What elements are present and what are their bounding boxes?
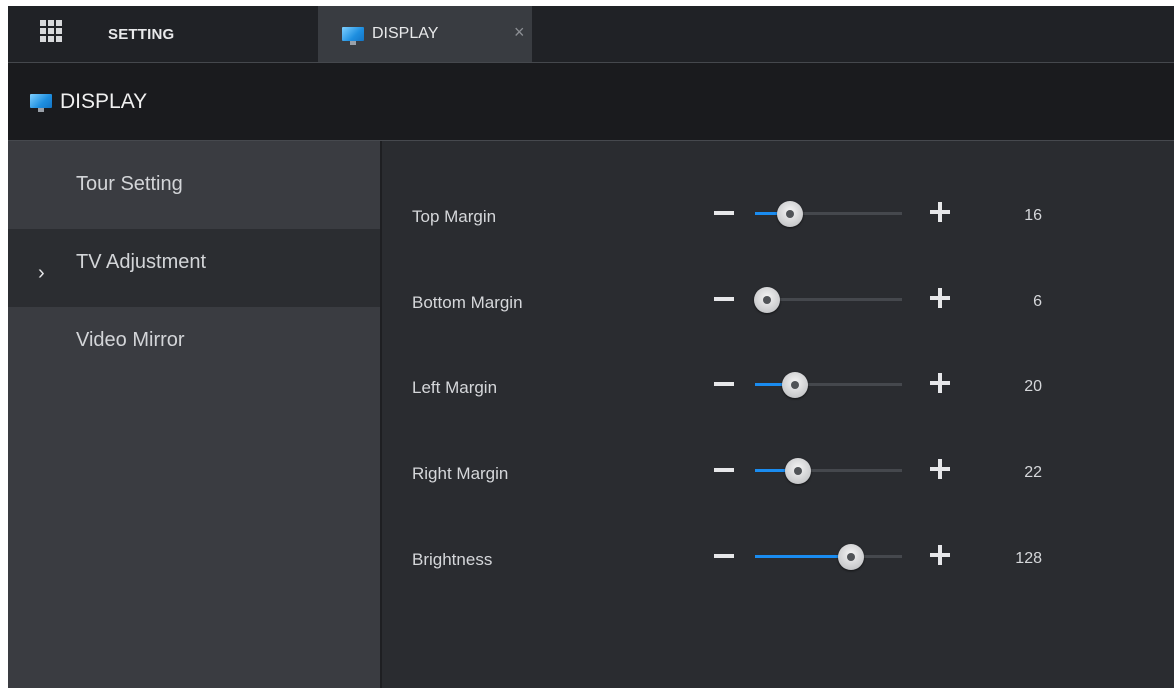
setting-label: Left Margin: [412, 378, 498, 397]
sidebar: Tour Setting › TV Adjustment Video Mirro…: [8, 141, 382, 688]
tab-setting-label: SETTING: [108, 26, 175, 43]
minus-icon[interactable]: [714, 211, 734, 215]
settings-panel: Top Margin 16 Bottom Margin 6 Left Margi…: [382, 141, 1174, 688]
top-margin-slider[interactable]: [755, 201, 902, 227]
setting-row-left-margin: Left Margin 20: [382, 370, 1174, 410]
bottom-margin-slider[interactable]: [753, 287, 902, 313]
setting-value: 128: [1015, 550, 1042, 567]
slider-handle[interactable]: [753, 287, 780, 313]
monitor-icon: [30, 94, 52, 112]
plus-icon[interactable]: [930, 202, 950, 222]
close-icon[interactable]: ×: [514, 22, 525, 43]
chevron-right-icon: ›: [38, 262, 45, 284]
monitor-icon: [342, 27, 364, 45]
plus-icon[interactable]: [930, 288, 950, 308]
setting-value: 16: [1024, 207, 1042, 224]
setting-label: Top Margin: [412, 207, 497, 226]
setting-label: Bottom Margin: [412, 293, 523, 312]
slider-handle[interactable]: [837, 544, 864, 570]
page-title: DISPLAY: [60, 90, 148, 113]
sidebar-item-video-mirror[interactable]: Video Mirror: [8, 307, 380, 385]
plus-icon[interactable]: [930, 545, 950, 565]
page-header: DISPLAY: [8, 63, 1174, 141]
sidebar-item-tour-setting[interactable]: Tour Setting: [8, 141, 380, 219]
app-window: SETTING DISPLAY × DISPLAY Tour Setting ›…: [8, 6, 1174, 688]
tab-display-label: DISPLAY: [372, 25, 439, 42]
setting-row-right-margin: Right Margin 22: [382, 456, 1174, 496]
minus-icon[interactable]: [714, 468, 734, 472]
tab-display[interactable]: DISPLAY ×: [318, 6, 532, 62]
sidebar-item-tv-adjustment[interactable]: › TV Adjustment: [8, 229, 380, 307]
slider-handle[interactable]: [777, 201, 804, 227]
right-margin-slider[interactable]: [755, 458, 902, 484]
slider-handle[interactable]: [781, 372, 808, 398]
setting-value: 6: [1033, 293, 1042, 310]
brightness-slider[interactable]: [755, 544, 902, 570]
slider-handle[interactable]: [784, 458, 811, 484]
tab-bar: SETTING DISPLAY ×: [8, 6, 1174, 63]
sidebar-item-label: TV Adjustment: [76, 251, 207, 273]
minus-icon[interactable]: [714, 297, 734, 301]
setting-row-brightness: Brightness 128: [382, 542, 1174, 582]
tab-setting[interactable]: SETTING: [8, 6, 318, 62]
plus-icon[interactable]: [930, 373, 950, 393]
minus-icon[interactable]: [714, 382, 734, 386]
setting-row-bottom-margin: Bottom Margin 6: [382, 285, 1174, 325]
sidebar-item-label: Video Mirror: [76, 329, 185, 351]
minus-icon[interactable]: [714, 554, 734, 558]
sidebar-item-label: Tour Setting: [76, 173, 183, 195]
setting-label: Right Margin: [412, 464, 509, 483]
setting-value: 22: [1024, 464, 1042, 481]
setting-label: Brightness: [412, 550, 493, 569]
slider-fill: [755, 555, 851, 558]
left-margin-slider[interactable]: [755, 372, 902, 398]
setting-row-top-margin: Top Margin 16: [382, 199, 1174, 239]
plus-icon[interactable]: [930, 459, 950, 479]
grid-icon: [40, 20, 62, 42]
setting-value: 20: [1024, 378, 1042, 395]
